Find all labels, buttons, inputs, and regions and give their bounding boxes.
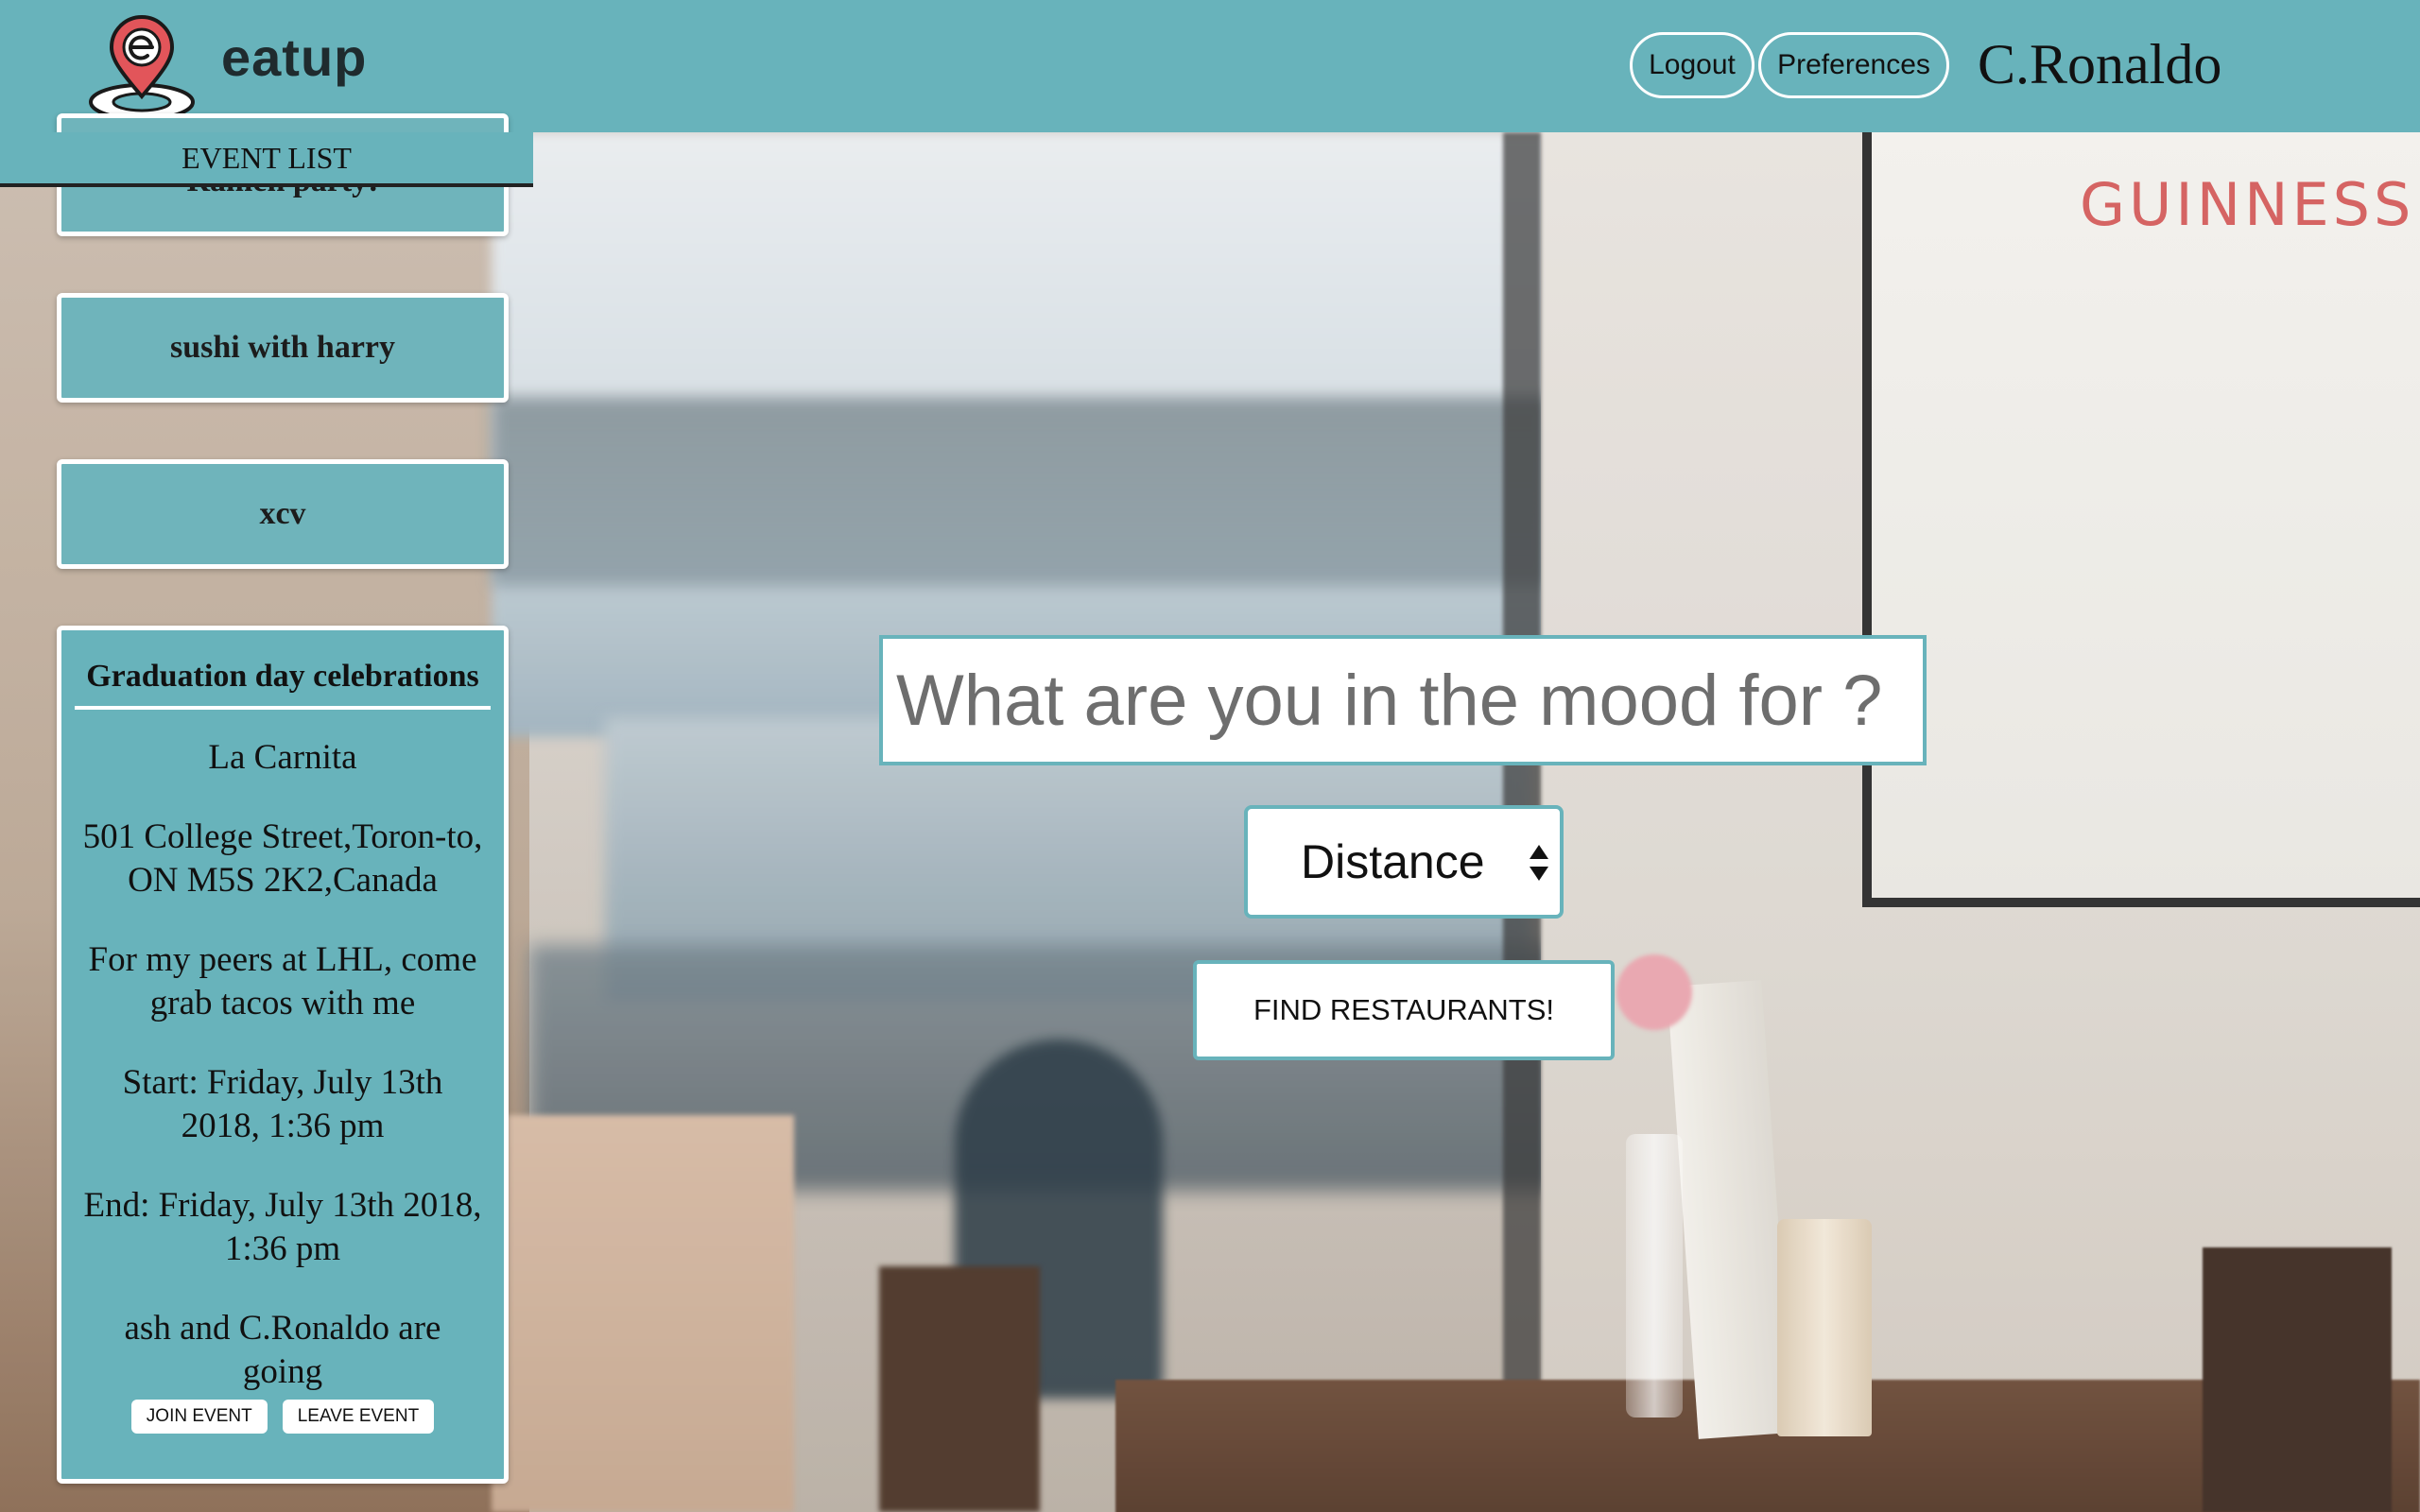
distance-select[interactable]: Distance	[1244, 805, 1564, 919]
event-restaurant: La Carnita	[208, 738, 357, 777]
event-detail-title: Graduation day celebrations	[75, 659, 491, 710]
event-card[interactable]: xcv	[57, 459, 509, 569]
event-card-name: sushi with harry	[169, 330, 396, 365]
leave-event-button[interactable]: LEAVE EVENT	[282, 1400, 435, 1434]
eatup-logo-icon[interactable]	[85, 9, 199, 123]
event-address: 501 College Street,Toron-to, ON M5S 2K2,…	[82, 817, 483, 900]
logout-button[interactable]: Logout	[1630, 32, 1754, 98]
event-description: For my peers at LHL, come grab tacos wit…	[88, 940, 477, 1022]
event-list-title: EVENT LIST	[182, 140, 352, 175]
top-navbar: eatup Logout Preferences C.Ronaldo	[0, 0, 2420, 132]
username-label: C.Ronaldo	[1978, 33, 2222, 95]
event-actions: JOIN EVENT LEAVE EVENT	[61, 1400, 504, 1434]
brand-name: eatup	[221, 27, 368, 87]
find-restaurants-button[interactable]: FIND RESTAURANTS!	[1193, 960, 1615, 1060]
join-event-button[interactable]: JOIN EVENT	[130, 1400, 268, 1434]
preferences-button[interactable]: Preferences	[1758, 32, 1949, 98]
event-card[interactable]: sushi with harry	[57, 293, 509, 403]
event-attendees: ash and C.Ronaldo are going	[124, 1309, 441, 1391]
select-arrows-icon	[1530, 845, 1548, 881]
search-input[interactable]: What are you in the mood for ?	[879, 635, 1927, 765]
event-detail-card: Graduation day celebrations La Carnita 5…	[57, 626, 509, 1484]
event-list-header: EVENT LIST	[0, 132, 533, 187]
event-card-name: xcv	[259, 496, 306, 531]
distance-select-label: Distance	[1301, 835, 1485, 888]
event-start-time: Start: Friday, July 13th 2018, 1:36 pm	[122, 1063, 443, 1145]
event-end-time: End: Friday, July 13th 2018, 1:36 pm	[83, 1186, 482, 1268]
